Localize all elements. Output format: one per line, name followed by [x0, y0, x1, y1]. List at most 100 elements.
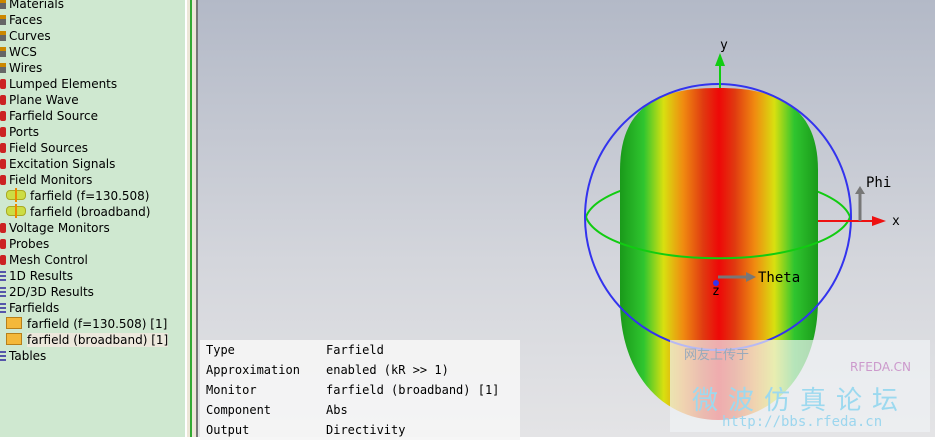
info-value: farfield (broadband) [1] [326, 383, 500, 397]
tree-item[interactable]: Ports [0, 124, 39, 140]
x-label: x [892, 214, 900, 229]
tree-node-icon [0, 95, 6, 105]
tree-node-icon [0, 31, 6, 41]
watermark-url: http://bbs.rfeda.cn [722, 414, 883, 430]
folder-icon [6, 317, 22, 329]
tree-item-label: Materials [9, 0, 65, 11]
tree-node-icon [0, 303, 6, 313]
tree-item-label: Ports [9, 125, 40, 139]
tree-node-icon [0, 271, 6, 281]
tree-node-icon [0, 47, 6, 57]
tree-item[interactable]: farfield (broadband) [1] [6, 332, 169, 348]
splitter[interactable] [185, 0, 198, 437]
tree-node-icon [0, 111, 6, 121]
tree-item[interactable]: Materials [0, 0, 64, 12]
info-row: Component Abs [200, 400, 520, 420]
info-value: Abs [326, 403, 348, 417]
navigation-tree: Materials Faces Curves WCS Wires Lumped Eleme… [0, 0, 185, 437]
info-value: enabled (kR >> 1) [326, 363, 449, 377]
tree-item-label: Plane Wave [9, 93, 79, 107]
info-key: Output [206, 423, 250, 437]
tree-item[interactable]: Mesh Control [0, 252, 88, 268]
tree-item[interactable]: Plane Wave [0, 92, 79, 108]
tree-item-label: farfield (broadband) [1] [27, 333, 169, 347]
tree-item-label: Curves [9, 29, 51, 43]
info-key: Type [206, 343, 235, 357]
info-row: Monitor farfield (broadband) [1] [200, 380, 520, 400]
tree-node-icon [0, 175, 6, 185]
tree-item-label: Farfields [9, 301, 60, 315]
info-value: Farfield [326, 343, 384, 357]
tree-node-icon [0, 0, 6, 9]
tree-node-icon [0, 15, 6, 25]
monitor-icon [6, 188, 26, 202]
tree-item-label: Lumped Elements [9, 77, 118, 91]
z-label: z [712, 284, 720, 299]
tree-node-icon [0, 287, 6, 297]
tree-item[interactable]: WCS [0, 44, 37, 60]
tree-node-icon [0, 239, 6, 249]
info-key: Monitor [206, 383, 257, 397]
tree-item[interactable]: Farfields [0, 300, 59, 316]
monitor-icon [6, 204, 26, 218]
info-key: Approximation [206, 363, 300, 377]
tree-item-label: farfield (f=130.508) [1] [27, 317, 168, 331]
tree-node-icon [0, 255, 6, 265]
tree-item[interactable]: Excitation Signals [0, 156, 115, 172]
tree-item-label: Farfield Source [9, 109, 99, 123]
tree-node-icon [0, 351, 6, 361]
tree-item-label: WCS [9, 45, 37, 59]
tree-node-icon [0, 223, 6, 233]
tree-item-label: 1D Results [9, 269, 74, 283]
info-row: Type Farfield [200, 340, 520, 360]
info-value: Directivity [326, 423, 406, 437]
phi-label: Phi [866, 175, 891, 191]
y-arrow-icon [715, 53, 725, 66]
tree-item-label: Mesh Control [9, 253, 88, 267]
tree-item-label: Field Sources [9, 141, 88, 155]
tree-item-label: 2D/3D Results [9, 285, 94, 299]
tree-item[interactable]: Tables [0, 348, 46, 364]
tree-item-label: Probes [9, 237, 50, 251]
tree-item-label: farfield (broadband) [30, 205, 151, 219]
watermark-title: 微波仿真论坛 [692, 386, 909, 416]
info-table: Type Farfield Approximation enabled (kR >> … [200, 340, 520, 440]
tree-node-icon [0, 159, 6, 169]
info-key: Component [206, 403, 272, 417]
tree-item-label: farfield (f=130.508) [30, 189, 150, 203]
tree-item[interactable]: Field Monitors [0, 172, 92, 188]
info-row: Approximation enabled (kR >> 1) [200, 360, 520, 380]
theta-label: Theta [758, 270, 800, 286]
tree-item[interactable]: Voltage Monitors [0, 220, 110, 236]
tree-node-icon [0, 143, 6, 153]
watermark-brand: RFEDA.CN [850, 360, 912, 374]
tree-item-label: Excitation Signals [9, 157, 116, 171]
tree-item-label: Faces [9, 13, 43, 27]
tree-node-icon [0, 127, 6, 137]
y-label: y [720, 38, 728, 53]
tree-node-icon [0, 63, 6, 73]
tree-item[interactable]: farfield (f=130.508) [6, 188, 149, 204]
tree-item[interactable]: Field Sources [0, 140, 88, 156]
tree-item[interactable]: Curves [0, 28, 51, 44]
tree-node-icon [0, 79, 6, 89]
tree-item[interactable]: Lumped Elements [0, 76, 117, 92]
tree-item-label: Tables [9, 349, 47, 363]
tree-item-label: Field Monitors [9, 173, 93, 187]
tree-item-label: Wires [9, 61, 43, 75]
tree-item[interactable]: Wires [0, 60, 42, 76]
watermark: 网友上传于 RFEDA.CN 微波仿真论坛 http://bbs.rfeda.c… [670, 340, 930, 432]
tree-item[interactable]: farfield (f=130.508) [1] [6, 316, 167, 332]
tree-item-label: Voltage Monitors [9, 221, 110, 235]
tree-item[interactable]: Farfield Source [0, 108, 98, 124]
folder-icon [6, 333, 22, 345]
tree-item[interactable]: 2D/3D Results [0, 284, 94, 300]
watermark-line1: 网友上传于 [684, 348, 750, 363]
tree-item[interactable]: Faces [0, 12, 42, 28]
phi-arrow-icon [855, 186, 865, 194]
tree-item[interactable]: 1D Results [0, 268, 73, 284]
tree-item[interactable]: Probes [0, 236, 49, 252]
info-row: Output Directivity [200, 420, 520, 440]
x-arrow-icon [872, 216, 886, 226]
tree-item[interactable]: farfield (broadband) [6, 204, 150, 220]
